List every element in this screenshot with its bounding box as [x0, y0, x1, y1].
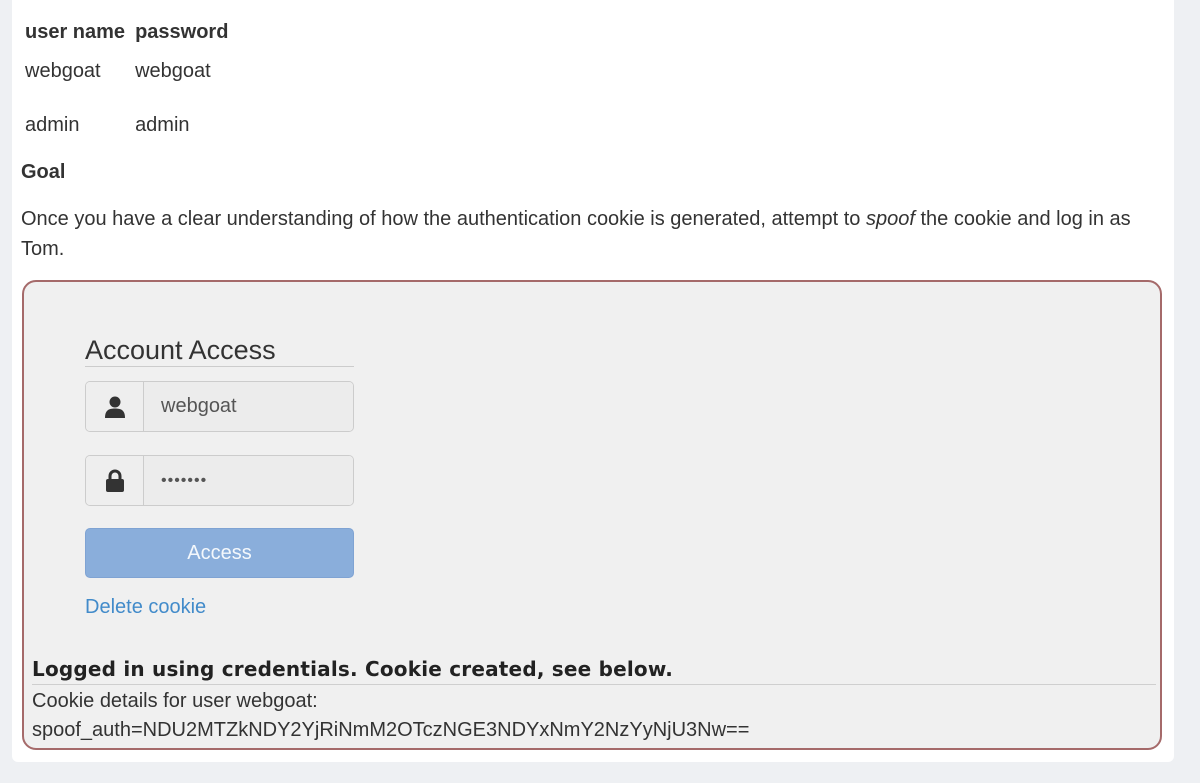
user-icon [86, 382, 144, 431]
table-header-row: user name password [25, 20, 238, 44]
credentials-table: user name password webgoat webgoat admin… [25, 20, 238, 152]
access-button[interactable]: Access [85, 528, 354, 578]
password-input-group: ••••••• [85, 455, 354, 506]
goal-text-emphasis: spoof [866, 208, 915, 230]
output-line-cookie-details: Cookie details for user webgoat: [32, 690, 318, 712]
lesson-page: user name password webgoat webgoat admin… [12, 0, 1174, 762]
password-field[interactable]: ••••••• [144, 456, 353, 505]
table-row: webgoat webgoat [25, 44, 238, 98]
column-header-username: user name [25, 20, 126, 43]
output-line-spoof-auth: spoof_auth=NDU2MTZkNDY2YjRiNmM2OTczNGE3N… [32, 719, 750, 741]
goal-description: Once you have a clear understanding of h… [21, 204, 1171, 264]
feedback-message: Logged in using credentials. Cookie crea… [32, 657, 1156, 685]
table-cell-password: webgoat [135, 59, 211, 82]
username-field[interactable]: webgoat [144, 382, 353, 431]
attack-container: Account Access webgoat ••••••• Access De… [22, 280, 1162, 750]
delete-cookie-link[interactable]: Delete cookie [85, 596, 206, 619]
table-row: admin admin [25, 98, 238, 152]
column-header-password: password [135, 20, 229, 43]
username-input-group: webgoat [85, 381, 354, 432]
goal-text-before: Once you have a clear understanding of h… [21, 208, 866, 230]
goal-heading: Goal [21, 161, 66, 183]
lock-icon [86, 456, 144, 505]
form-title: Account Access [85, 334, 354, 367]
table-cell-username: admin [25, 113, 80, 136]
output-message: Cookie details for user webgoat: spoof_a… [32, 687, 749, 745]
table-cell-password: admin [135, 113, 190, 136]
table-cell-username: webgoat [25, 59, 101, 82]
